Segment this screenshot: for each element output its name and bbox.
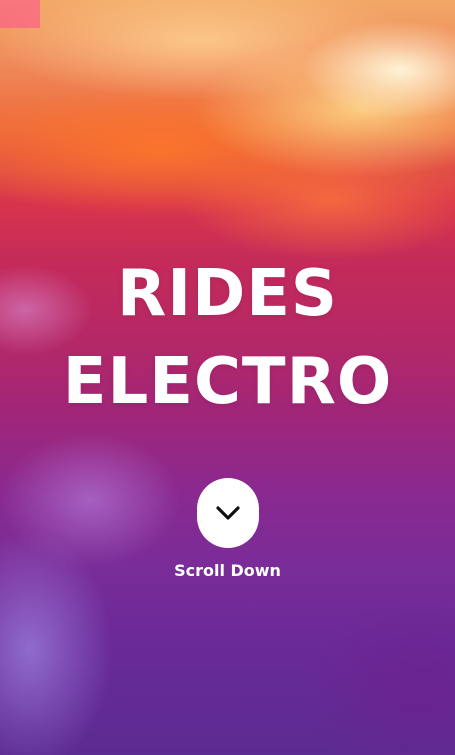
- hero-title: RIDES ELECTRO: [0, 250, 455, 426]
- scroll-down-label[interactable]: Scroll Down: [0, 561, 455, 581]
- hero-title-line-1: RIDES: [116, 257, 339, 331]
- corner-badge: [0, 0, 40, 28]
- chevron-down-icon: [216, 506, 240, 520]
- scroll-down-button[interactable]: [197, 478, 259, 548]
- hero-section: RIDES ELECTRO Scroll Down: [0, 0, 455, 755]
- hero-title-line-2: ELECTRO: [62, 345, 393, 419]
